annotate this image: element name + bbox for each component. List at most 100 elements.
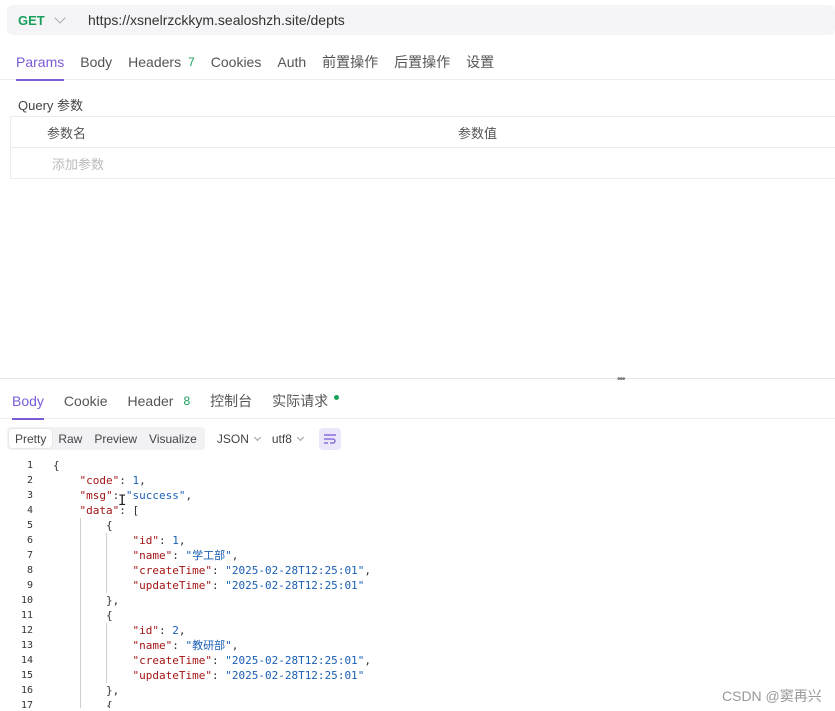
indent-guide: [106, 668, 107, 683]
word-wrap-button[interactable]: [318, 427, 341, 450]
chevron-down-icon[interactable]: [54, 11, 66, 24]
indent-guide: [80, 668, 81, 683]
tab-label: Body: [12, 392, 44, 409]
panel-splitter[interactable]: [0, 378, 835, 382]
mode-raw-button[interactable]: Raw: [52, 429, 88, 448]
code-line: 14 "createTime": "2025-02-28T12:25:01",: [0, 653, 835, 668]
line-number: 14: [20, 655, 33, 666]
line-number: 15: [20, 670, 33, 681]
language-select[interactable]: JSON: [216, 431, 261, 446]
indent-guide: [80, 578, 81, 593]
code-text: {: [53, 609, 113, 622]
tab-label: Headers: [128, 53, 182, 70]
language-value: JSON: [216, 431, 249, 446]
tab-settings[interactable]: 设置: [466, 44, 494, 80]
line-number: 9: [26, 580, 33, 591]
indent-guide: [106, 548, 107, 563]
indent-guide: [80, 698, 81, 708]
code-text: "updateTime": "2025-02-28T12:25:01": [132, 579, 365, 592]
mode-visualize-button[interactable]: Visualize: [143, 429, 203, 448]
line-number: 8: [26, 565, 33, 576]
tab-pre-processors[interactable]: 前置操作: [322, 44, 378, 80]
method-select[interactable]: GET: [18, 13, 46, 28]
line-number: 17: [20, 700, 33, 708]
indent-guide: [80, 563, 81, 578]
code-line: 12 "id": 2,: [0, 623, 835, 638]
tab-label: Header: [127, 392, 174, 409]
code-line: 6 "id": 1,: [0, 533, 835, 548]
indent-guide: [80, 548, 81, 563]
line-number: 13: [20, 640, 33, 651]
code-text: "id": 2,: [132, 624, 186, 637]
code-text: "code": 1,: [79, 474, 146, 487]
tab-headers[interactable]: Headers 7: [128, 44, 195, 80]
tab-actual-request[interactable]: 实际请求: [272, 383, 340, 419]
code-line: 9 "updateTime": "2025-02-28T12:25:01": [0, 578, 835, 593]
tab-response-cookie[interactable]: Cookie: [64, 383, 108, 419]
tab-response-header[interactable]: Header 8: [128, 383, 191, 419]
tab-cookies[interactable]: Cookies: [211, 44, 262, 80]
code-line: 1{: [0, 458, 835, 473]
line-number: 6: [26, 535, 33, 546]
encoding-value: utf8: [271, 431, 292, 446]
tab-label: 实际请求: [272, 392, 329, 409]
encoding-select[interactable]: utf8: [271, 431, 304, 446]
mode-preview-button[interactable]: Preview: [88, 429, 143, 448]
tab-auth[interactable]: Auth: [277, 44, 306, 80]
view-mode-segmented: Pretty Raw Preview Visualize: [7, 427, 205, 450]
tab-params[interactable]: Params: [16, 44, 65, 81]
code-line: 10 },: [0, 593, 835, 608]
column-header-value: 参数值: [458, 125, 498, 141]
code-text: "updateTime": "2025-02-28T12:25:01": [132, 669, 365, 682]
tab-console[interactable]: 控制台: [210, 383, 252, 419]
code-text: {: [53, 519, 113, 532]
indent-guide: [80, 623, 81, 638]
url-bar: GET https://xsnelrzckkym.sealoshzh.site/…: [7, 5, 835, 35]
tab-response-body[interactable]: Body: [12, 383, 44, 420]
line-number: 10: [20, 595, 33, 606]
tab-label: 前置操作: [322, 53, 379, 70]
request-tabs: Params Body Headers 7 Cookies Auth 前置操作 后…: [0, 44, 835, 81]
code-line: 5 {: [0, 518, 835, 533]
indent-guide: [80, 638, 81, 653]
indent-guide: [106, 653, 107, 668]
code-text: },: [53, 684, 120, 697]
add-param-input[interactable]: 添加参数: [52, 154, 104, 173]
url-input[interactable]: https://xsnelrzckkym.sealoshzh.site/dept…: [88, 12, 345, 28]
mode-pretty-button[interactable]: Pretty: [9, 429, 53, 448]
code-line: 13 "name": "教研部",: [0, 638, 835, 653]
params-table-header: 参数名 参数值: [11, 117, 835, 148]
tab-label: Params: [16, 53, 65, 70]
code-line: 7 "name": "学工部",: [0, 548, 835, 563]
count-badge: 7: [188, 54, 195, 69]
text-cursor-icon: I: [118, 493, 127, 509]
add-param-row[interactable]: 添加参数: [11, 148, 835, 178]
tab-label: Cookie: [63, 392, 108, 409]
line-number: 4: [26, 505, 33, 516]
line-number: 5: [26, 520, 33, 531]
code-text: "createTime": "2025-02-28T12:25:01",: [132, 654, 371, 667]
watermark: CSDN @窦再兴: [722, 688, 822, 704]
code-line: 15 "updateTime": "2025-02-28T12:25:01": [0, 668, 835, 683]
chevron-down-icon: [296, 433, 304, 441]
code-line: 17 {: [0, 698, 835, 708]
format-toolbar: Pretty Raw Preview Visualize JSON utf8: [7, 427, 341, 450]
tab-post-processors[interactable]: 后置操作: [394, 44, 450, 80]
indent-guide: [106, 638, 107, 653]
tab-label: Body: [80, 53, 113, 70]
tab-label: 设置: [466, 53, 495, 70]
line-number: 2: [26, 475, 33, 486]
indent-guide: [80, 683, 81, 698]
indent-guide: [106, 533, 107, 548]
wrap-icon: [323, 433, 336, 444]
tab-label: 控制台: [210, 392, 253, 409]
code-line: 16 },: [0, 683, 835, 698]
line-number: 3: [26, 490, 33, 501]
tab-body[interactable]: Body: [80, 44, 112, 80]
indent-guide: [80, 653, 81, 668]
line-number: 11: [20, 610, 33, 621]
indent-guide: [80, 593, 81, 608]
status-dot-icon: [334, 395, 340, 400]
code-line: 11 {: [0, 608, 835, 623]
code-text: "createTime": "2025-02-28T12:25:01",: [132, 564, 371, 577]
